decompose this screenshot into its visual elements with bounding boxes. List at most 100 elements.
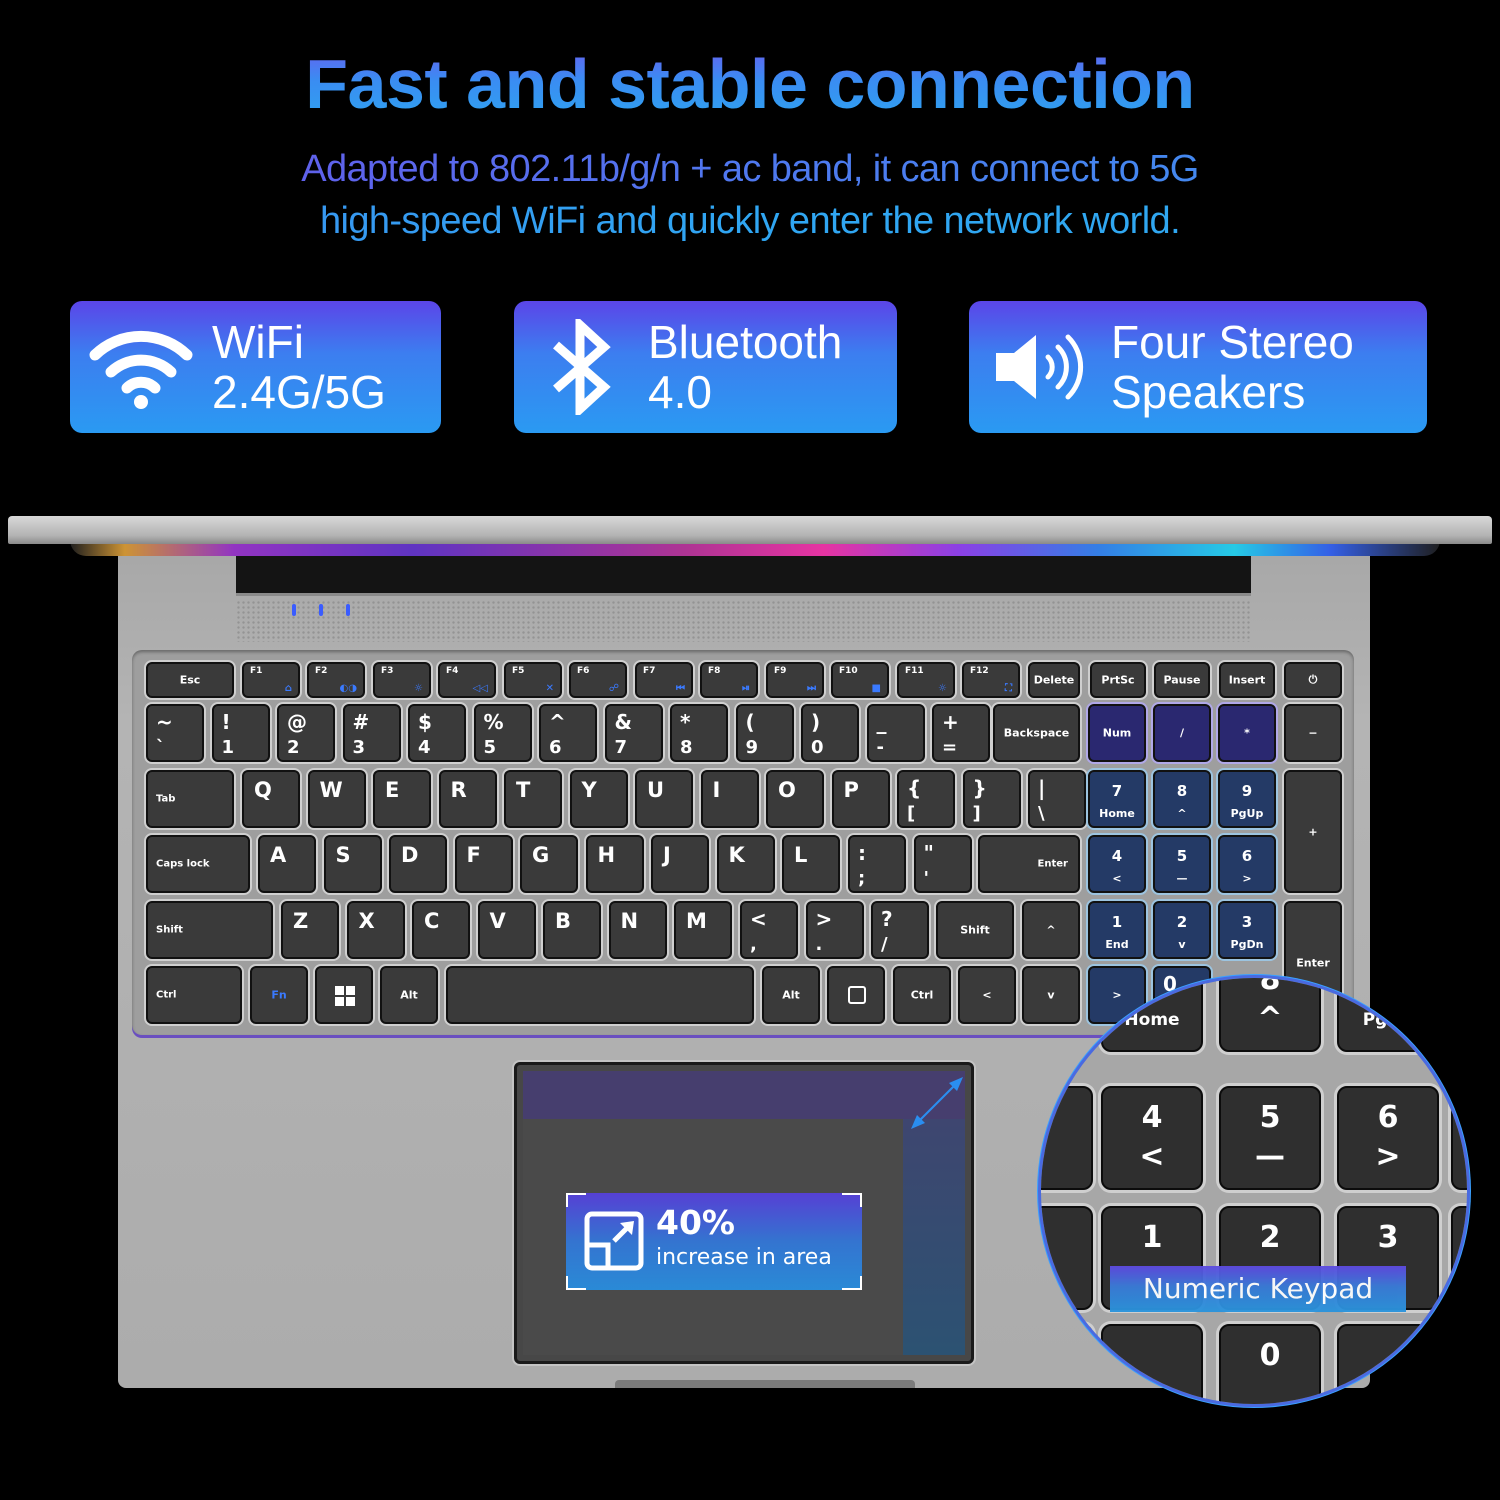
key-esc[interactable]: Esc [146, 662, 234, 698]
key-space[interactable] [446, 966, 754, 1024]
key-h[interactable]: H [585, 835, 644, 893]
key-n[interactable]: N [608, 901, 667, 959]
key-f7[interactable]: F7 ⏮ [635, 662, 693, 698]
key-num-5[interactable]: 5— [1153, 835, 1211, 893]
key-l[interactable]: L [782, 835, 840, 893]
key-9[interactable]: (9 [735, 704, 794, 762]
key-punct-0[interactable]: :; [848, 835, 906, 893]
key-num-minus-label: − [1308, 726, 1318, 740]
key-r[interactable]: R [438, 770, 497, 828]
key-prtsc[interactable]: PrtSc [1090, 662, 1146, 698]
key-f10[interactable]: F10 ■ [831, 662, 889, 698]
key-menu[interactable] [827, 966, 885, 1024]
key-num-1[interactable]: 1 End [1088, 901, 1146, 959]
key-f[interactable]: F [454, 835, 513, 893]
key-5[interactable]: % 5 [473, 704, 532, 762]
key-c[interactable]: C [412, 901, 470, 959]
key-x[interactable]: X [346, 901, 405, 959]
key-num-minus[interactable]: − [1284, 704, 1342, 762]
key-p[interactable]: P [831, 770, 890, 828]
key-w[interactable]: W [307, 770, 366, 828]
key-ctrl-right[interactable]: Ctrl [893, 966, 951, 1024]
key-sym[interactable]: ~ ` [146, 704, 204, 762]
key-f3[interactable]: F3 ☼ [373, 662, 431, 698]
area-increase-value: 40% [656, 1203, 735, 1242]
key-f11[interactable]: F11 ☼ [897, 662, 955, 698]
key-f12[interactable]: F12 ⛶ [962, 662, 1020, 698]
key-f5[interactable]: F5 ✕ [504, 662, 562, 698]
key-alt-right[interactable]: Alt [762, 966, 820, 1024]
key-q[interactable]: Q [242, 770, 300, 828]
key-3[interactable]: #3 [342, 704, 401, 762]
key-j[interactable]: J [651, 835, 709, 893]
key-num-9[interactable]: 9 PgUp [1218, 770, 1276, 828]
key-num-4[interactable]: 4 < [1088, 835, 1146, 893]
key-bracket-2[interactable]: | \ [1028, 770, 1086, 828]
key-num-6[interactable]: 6 > [1218, 835, 1276, 893]
key-1[interactable]: ! 1 [211, 704, 270, 762]
key-t[interactable]: T [504, 770, 562, 828]
key-i[interactable]: I [700, 770, 759, 828]
key-2[interactable]: @2 [277, 704, 335, 762]
key-f10-label: ■ [871, 683, 881, 694]
key-f8[interactable]: F8 ⏯ [700, 662, 758, 698]
key-shift-left[interactable]: Shift [146, 901, 273, 959]
key-u[interactable]: U [635, 770, 693, 828]
key-num-lock[interactable]: Num [1088, 704, 1146, 762]
key-d[interactable]: D [389, 835, 447, 893]
key-punct-1[interactable]: " ' [913, 835, 972, 893]
key-y[interactable]: Y [569, 770, 628, 828]
key-ctrl-left[interactable]: Ctrl [146, 966, 242, 1024]
key-s[interactable]: S [323, 835, 382, 893]
key-bracket-0[interactable]: {[ [897, 770, 955, 828]
key-num-divide[interactable]: / [1153, 704, 1211, 762]
key-num-multiply[interactable]: * [1218, 704, 1276, 762]
key-f2[interactable]: F2 ◐◑ [307, 662, 365, 698]
key-alt-left[interactable]: Alt [380, 966, 438, 1024]
key-8[interactable]: * 8 [670, 704, 728, 762]
key-z[interactable]: Z [281, 901, 339, 959]
key-num-7[interactable]: 7 Home [1088, 770, 1146, 828]
key-u-label: U [647, 778, 665, 802]
key-arrow-left[interactable]: < [958, 966, 1016, 1024]
key-g[interactable]: G [520, 835, 578, 893]
key-4[interactable]: $4 [408, 704, 466, 762]
key-e[interactable]: E [373, 770, 431, 828]
key-num-3[interactable]: 3 PgDn [1218, 901, 1276, 959]
key-backspace[interactable]: Backspace [993, 704, 1080, 762]
key-delete[interactable]: Delete [1028, 662, 1080, 698]
key-windows[interactable] [315, 966, 373, 1024]
key-num-plus[interactable]: + [1284, 770, 1342, 893]
key-k[interactable]: K [716, 835, 775, 893]
key-insert[interactable]: Insert [1219, 662, 1275, 698]
key-sym[interactable]: _ - [866, 704, 925, 762]
key-v[interactable]: V [477, 901, 536, 959]
key-punct-3[interactable]: >. [805, 901, 864, 959]
key-num-8[interactable]: 8 ^ [1153, 770, 1211, 828]
key-bracket-1[interactable]: }] [962, 770, 1021, 828]
key-f6[interactable]: F6 ☍ [569, 662, 627, 698]
key-caps-lock[interactable]: Caps lock [146, 835, 250, 893]
key-punct-4[interactable]: ? / [871, 901, 929, 959]
key-f1[interactable]: F1 ⌂ [242, 662, 300, 698]
key-6[interactable]: ^ 6 [539, 704, 597, 762]
key-f4[interactable]: F4 ◁◁ [438, 662, 496, 698]
key-arrow-up[interactable]: ^ [1022, 901, 1080, 959]
key-0[interactable]: ) 0 [801, 704, 859, 762]
key-7[interactable]: & 7 [604, 704, 663, 762]
key-punct-2[interactable]: <, [740, 901, 798, 959]
key-enter[interactable]: Enter [978, 835, 1080, 893]
key-b[interactable]: B [543, 901, 601, 959]
key-power[interactable]: ⏻ [1284, 662, 1342, 698]
key-pause[interactable]: Pause [1154, 662, 1210, 698]
key-f1-label: F1 [250, 666, 263, 676]
key-m[interactable]: M [674, 901, 732, 959]
key-f9[interactable]: F9 ⏭ [766, 662, 824, 698]
key-a[interactable]: A [258, 835, 316, 893]
key-tab[interactable]: Tab [146, 770, 234, 828]
key-fn[interactable]: Fn [250, 966, 308, 1024]
key-num-2[interactable]: 2v [1153, 901, 1211, 959]
key-sym[interactable]: + = [932, 704, 990, 762]
key-o[interactable]: O [766, 770, 824, 828]
key-shift-right[interactable]: Shift [936, 901, 1014, 959]
